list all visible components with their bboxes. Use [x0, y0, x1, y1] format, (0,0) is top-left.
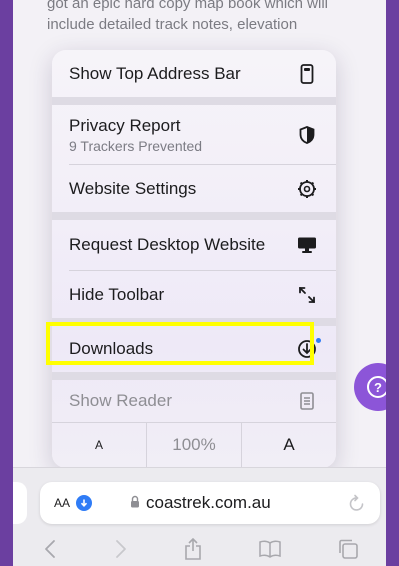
gear-icon [296, 178, 318, 200]
trackers-count: 9 Trackers Prevented [69, 137, 203, 154]
page-settings-button[interactable]: AA [54, 482, 93, 524]
menu-item-label: Show Reader [69, 391, 173, 410]
increase-font-button[interactable]: A [241, 422, 336, 468]
page-text-line: got an epic hard copy map book which wil… [47, 0, 328, 12]
reload-icon[interactable] [348, 493, 366, 518]
forward-icon[interactable] [114, 539, 128, 564]
menu-item-show-reader: Show Reader [52, 380, 336, 422]
url-display[interactable]: coastrek.com.au [130, 482, 271, 524]
aa-label: AA [54, 496, 71, 510]
menu-item-downloads[interactable]: Downloads [52, 326, 336, 372]
page-menu: Show Top Address Bar Privacy Report 9 Tr… [52, 50, 336, 468]
download-badge-dot [316, 338, 321, 343]
zoom-level[interactable]: 100% [146, 422, 241, 468]
menu-section-divider [52, 212, 336, 220]
navigation-toolbar [13, 536, 386, 566]
back-icon[interactable] [43, 539, 57, 564]
menu-item-label: Website Settings [69, 178, 197, 198]
page-content: got an epic hard copy map book which wil… [47, 0, 386, 35]
menu-section-divider [52, 97, 336, 105]
decrease-font-button[interactable]: A [52, 422, 146, 468]
menu-item-label: Show Top Address Bar [69, 63, 241, 83]
browser-frame: got an epic hard copy map book which wil… [13, 0, 386, 566]
menu-item-website-settings[interactable]: Website Settings [52, 165, 336, 212]
lock-icon [130, 493, 140, 513]
menu-item-label: Privacy Report [69, 115, 181, 135]
bottom-toolbar: AA coastrek.com.au [13, 467, 386, 566]
menu-section-divider [52, 318, 336, 326]
menu-item-label: Request Desktop Website [69, 235, 266, 254]
url-text: coastrek.com.au [146, 493, 271, 512]
expand-arrows-icon [296, 284, 318, 306]
menu-item-privacy-report[interactable]: Privacy Report 9 Trackers Prevented [52, 105, 336, 164]
help-button[interactable]: ? [354, 363, 386, 411]
shield-icon [296, 124, 318, 146]
menu-item-hide-toolbar[interactable]: Hide Toolbar [52, 271, 336, 318]
previous-tab-edge[interactable] [13, 482, 27, 524]
desktop-icon [296, 234, 318, 256]
share-icon[interactable] [184, 537, 202, 565]
menu-item-request-desktop-website[interactable]: Request Desktop Website [52, 220, 336, 270]
tabs-icon[interactable] [338, 539, 358, 564]
address-bar-icon [296, 63, 318, 85]
address-bar[interactable]: AA coastrek.com.au [40, 482, 380, 524]
page-text-line: include detailed track notes, elevation [47, 16, 298, 33]
menu-item-show-top-address-bar[interactable]: Show Top Address Bar [52, 50, 336, 97]
download-icon [296, 338, 321, 360]
bookmarks-icon[interactable] [259, 540, 281, 563]
question-icon: ? [367, 376, 386, 398]
menu-item-label: Hide Toolbar [69, 284, 165, 304]
download-status-icon [76, 495, 93, 511]
reader-icon [296, 390, 318, 412]
menu-item-label: Downloads [69, 339, 154, 358]
menu-section-divider [52, 372, 336, 380]
privacy-report-text: Privacy Report 9 Trackers Prevented [69, 116, 202, 154]
text-size-controls: A 100% A [52, 422, 336, 468]
